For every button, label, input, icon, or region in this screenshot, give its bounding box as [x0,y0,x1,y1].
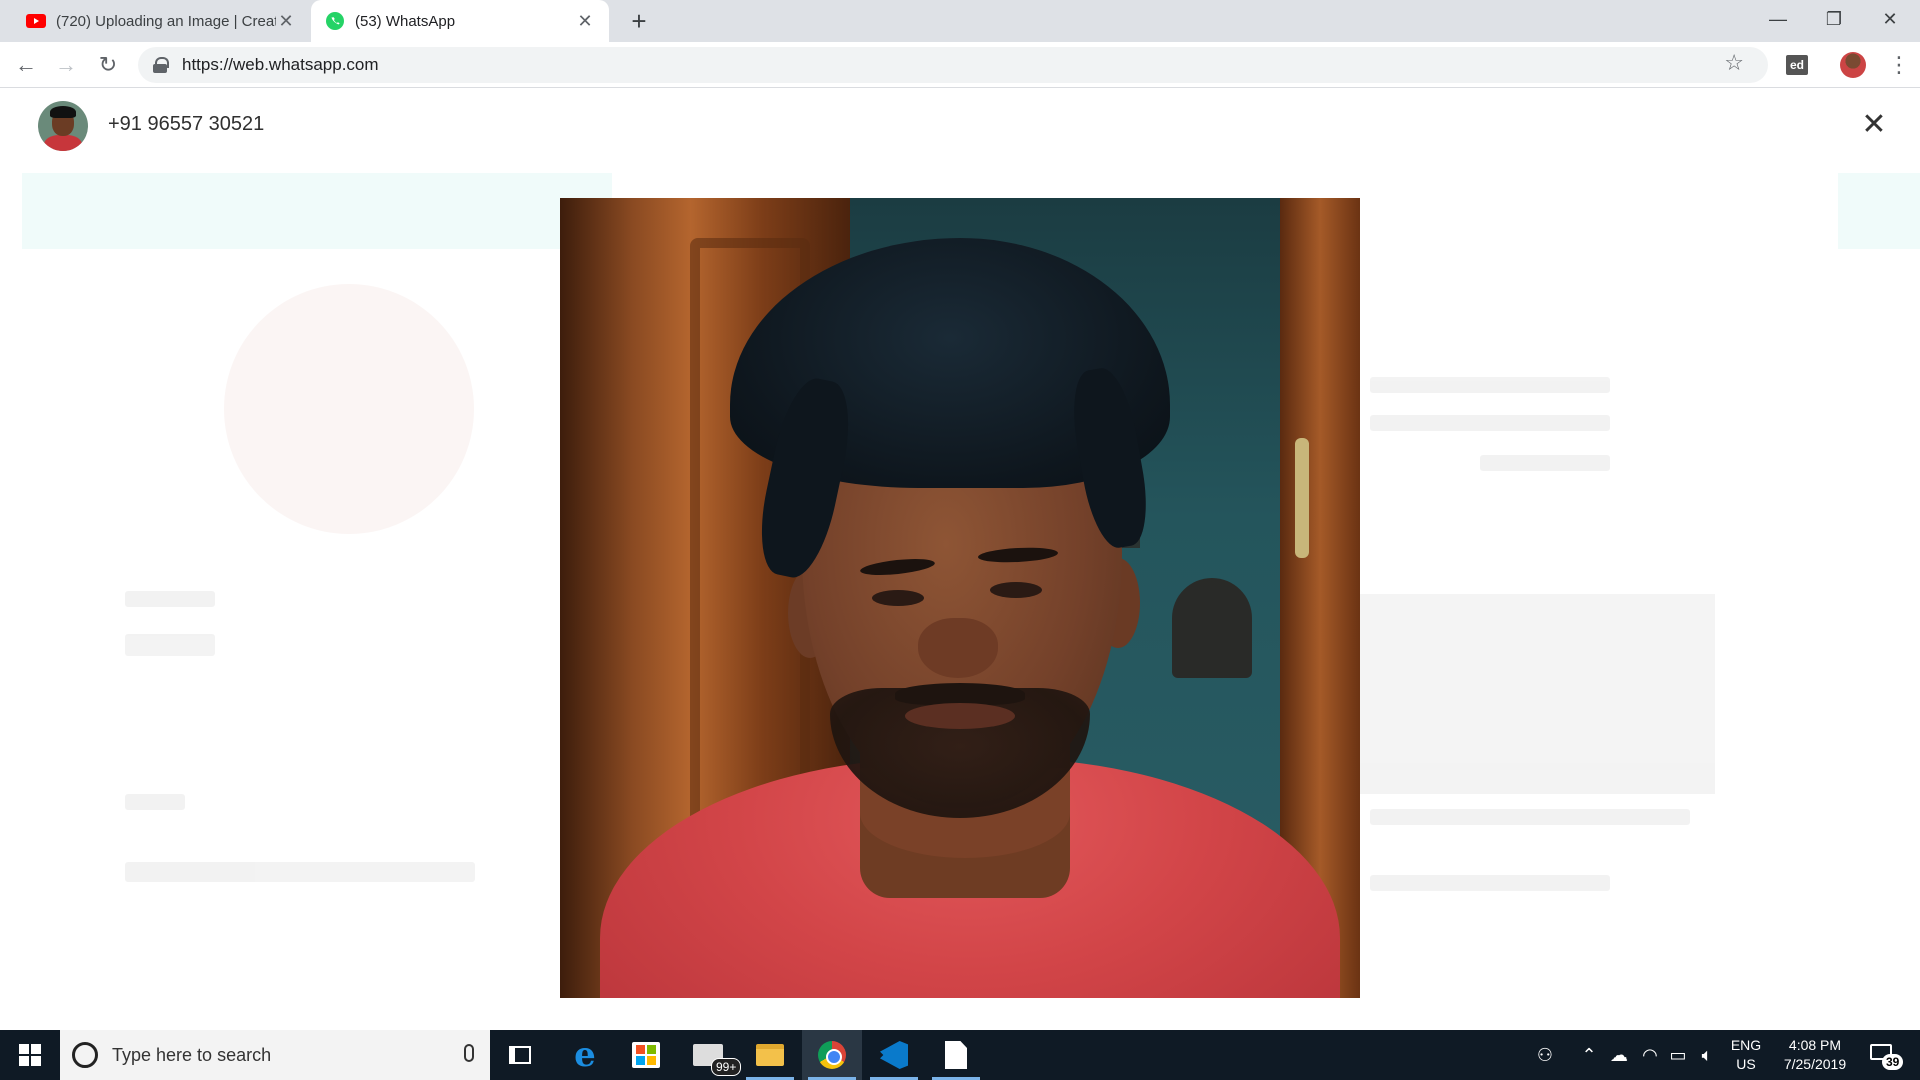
windows-logo-icon [19,1044,41,1066]
volume-icon[interactable]: 🔈︎ [1692,1030,1722,1080]
menu-dots-icon[interactable]: ⋮ [1888,50,1910,80]
edge-icon: e [574,1035,596,1075]
close-window-button[interactable]: ✕ [1862,0,1918,40]
wifi-icon[interactable]: ◠ [1636,1030,1664,1080]
clock[interactable]: 4:08 PM 7/25/2019 [1770,1036,1860,1074]
back-arrow-icon[interactable]: ← [10,49,42,81]
forward-arrow-icon[interactable]: → [50,49,82,81]
notepad-button[interactable] [926,1030,986,1080]
edge-button[interactable]: e [555,1030,615,1080]
clock-time: 4:08 PM [1788,1037,1842,1053]
tab-strip: (720) Uploading an Image | Creat ✕ (53) … [0,0,1920,42]
start-button[interactable] [0,1030,60,1080]
store-button[interactable] [616,1030,676,1080]
extension-ed-icon[interactable]: ed [1786,55,1808,75]
bookmark-star-icon[interactable]: ☆ [1724,50,1744,76]
profile-photo-bg [224,284,474,534]
microphone-icon[interactable] [464,1044,474,1062]
clock-date: 7/25/2019 [1783,1056,1847,1072]
whatsapp-icon [325,11,345,31]
media-viewer-header: +91 96557 30521 ✕ [0,89,1920,161]
restore-button[interactable]: ❐ [1806,0,1862,40]
vscode-button[interactable] [864,1030,924,1080]
language-indicator[interactable]: ENG US [1726,1036,1766,1074]
youtube-icon [26,11,46,31]
contact-avatar[interactable] [38,101,88,151]
vscode-icon [880,1041,908,1069]
chevron-up-icon[interactable]: ⌃ [1576,1030,1602,1080]
tab-youtube[interactable]: (720) Uploading an Image | Creat ✕ [12,0,310,42]
close-tab-icon[interactable]: ✕ [575,11,595,32]
browser-toolbar: ← → ↻ https://web.whatsapp.com ☆ ed ⋮ [0,42,1920,88]
new-tab-button[interactable]: + [624,6,654,36]
task-view-button[interactable] [490,1030,550,1080]
onedrive-icon[interactable]: ☁ [1604,1030,1634,1080]
file-explorer-button[interactable] [740,1030,800,1080]
taskbar-search-box[interactable]: Type here to search [60,1030,490,1080]
close-tab-icon[interactable]: ✕ [276,11,296,32]
tab-title: (720) Uploading an Image | Creat [56,12,276,30]
cortana-icon [72,1042,98,1068]
folder-icon [756,1044,784,1066]
url-text: https://web.whatsapp.com [182,55,379,74]
store-icon [632,1042,660,1068]
chrome-icon [818,1041,846,1069]
search-placeholder: Type here to search [112,1044,272,1065]
battery-icon[interactable]: ▭ [1664,1030,1692,1080]
tab-whatsapp[interactable]: (53) WhatsApp ✕ [311,0,609,42]
contact-name: +91 96557 30521 [108,113,265,135]
mail-badge: 99+ [711,1058,742,1076]
language-code: ENG [1730,1037,1762,1053]
region-code: US [1736,1056,1756,1072]
profile-avatar[interactable] [1840,52,1866,78]
minimize-button[interactable]: — [1750,0,1806,40]
people-icon[interactable]: ⚇ [1530,1030,1560,1080]
chrome-button[interactable] [802,1030,862,1080]
chat-header-bar [1838,173,1920,249]
windows-taskbar: Type here to search e 99+ ⚇ ⌃ ☁ ◠ ▭ 🔈︎ E… [0,1030,1920,1080]
notification-count: 39 [1882,1054,1904,1070]
reload-icon[interactable]: ↻ [92,49,124,81]
mail-icon: 99+ [693,1044,742,1076]
task-view-icon [509,1046,531,1064]
tab-title: (53) WhatsApp [355,12,456,30]
mail-button[interactable]: 99+ [678,1030,742,1080]
action-center-button[interactable]: 39 [1868,1040,1904,1070]
profile-photo-large [560,198,1360,998]
notepad-icon [945,1041,967,1069]
whatsapp-page: +91 96557 30521 ✕ [0,89,1920,1030]
profile-header-bar [22,173,612,249]
address-bar[interactable]: https://web.whatsapp.com ☆ [138,47,1768,83]
close-icon[interactable]: ✕ [1856,107,1892,143]
lock-icon [152,57,169,73]
